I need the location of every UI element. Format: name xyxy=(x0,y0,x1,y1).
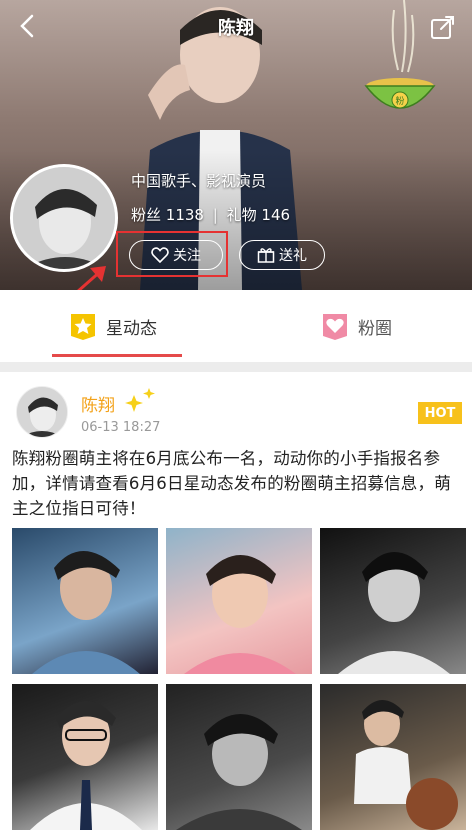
post-author-avatar[interactable] xyxy=(16,386,68,438)
photo-placeholder xyxy=(338,552,450,674)
stats-divider: | xyxy=(212,206,218,224)
post-avatar-photo xyxy=(17,387,67,437)
post-timestamp: 06-13 18:27 xyxy=(81,420,161,435)
hot-badge: HOT xyxy=(418,402,462,424)
artist-description: 中国歌手、影视演员 xyxy=(131,172,267,190)
bowl-badge: 粉 xyxy=(395,95,404,107)
photo-placeholder xyxy=(176,714,302,830)
send-gift-button[interactable]: 送礼 xyxy=(239,240,325,270)
heart-outline-icon xyxy=(151,247,169,263)
heart-chat-icon xyxy=(323,314,347,340)
rice-bowl-icon[interactable]: 粉 xyxy=(364,0,436,120)
gift-icon xyxy=(257,248,275,263)
post-photo[interactable] xyxy=(12,528,158,674)
post-author-name[interactable]: 陈翔 xyxy=(81,391,115,416)
fans-count: 1138 xyxy=(165,206,204,224)
photo-placeholder xyxy=(184,555,296,674)
photo-placeholder xyxy=(30,701,142,830)
post-photo[interactable] xyxy=(166,684,312,830)
post-photo[interactable] xyxy=(12,684,158,830)
profile-avatar[interactable] xyxy=(10,164,118,272)
fans-label: 粉丝 xyxy=(131,206,162,224)
follow-button[interactable]: 关注 xyxy=(129,240,223,270)
photo-placeholder xyxy=(32,550,140,674)
post-photo[interactable] xyxy=(320,684,466,830)
avatar-photo xyxy=(13,167,115,269)
post-photo[interactable] xyxy=(320,528,466,674)
tab-bar: 星动态 粉圈 xyxy=(0,290,472,362)
photo-placeholder xyxy=(354,700,458,830)
tab-fans-label: 粉圈 xyxy=(358,318,392,339)
send-gift-label: 送礼 xyxy=(279,248,307,264)
tab-star-label: 星动态 xyxy=(106,318,157,339)
sparkle-icon xyxy=(125,388,155,412)
tab-star-updates[interactable]: 星动态 xyxy=(68,290,157,362)
profile-stats: 粉丝 1138 | 礼物 146 xyxy=(131,204,290,225)
tab-fan-circle[interactable]: 粉圈 xyxy=(320,290,392,362)
active-tab-indicator xyxy=(52,354,182,357)
gift-label: 礼物 xyxy=(226,206,257,224)
post-content: 陈翔粉圈萌主将在6月底公布一名，动动你的小手指报名参加，详情请查看6月6日星动态… xyxy=(12,449,451,518)
follow-label: 关注 xyxy=(173,248,201,264)
star-icon xyxy=(71,314,95,340)
gift-count: 146 xyxy=(261,206,291,224)
post-photo[interactable] xyxy=(166,528,312,674)
